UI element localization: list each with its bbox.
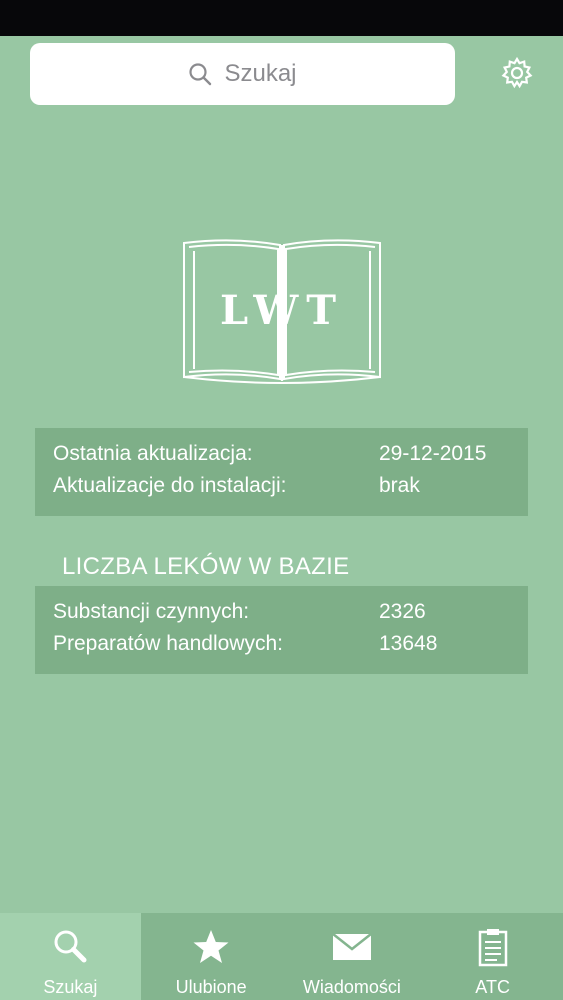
tab-bar: Szukaj Ulubione Wiadomości ATC	[0, 913, 563, 1000]
drug-count-panel: Substancji czynnych: 2326 Preparatów han…	[35, 586, 528, 674]
last-update-label: Ostatnia aktualizacja:	[53, 442, 253, 465]
tab-atc-label: ATC	[475, 977, 510, 997]
lwt-logo: LWT	[180, 237, 384, 387]
drug-count-heading: LICZBA LEKÓW W BAZIE	[62, 553, 350, 580]
logo-text: LWT	[219, 287, 345, 334]
active-substances-label: Substancji czynnych:	[53, 600, 250, 623]
status-bar	[0, 0, 563, 36]
update-info-panel: Ostatnia aktualizacja: 29-12-2015 Aktual…	[35, 428, 528, 516]
trade-products-value: 13648	[379, 632, 438, 655]
last-update-row: Ostatnia aktualizacja: 29-12-2015	[53, 438, 510, 470]
tab-search-label: Szukaj	[43, 977, 98, 997]
tab-messages[interactable]: Wiadomości	[282, 913, 423, 1000]
search-icon	[54, 930, 87, 963]
pending-updates-row: Aktualizacje do instalacji: brak	[53, 470, 510, 502]
last-update-value: 29-12-2015	[379, 442, 487, 465]
trade-products-label: Preparatów handlowych:	[53, 632, 283, 655]
trade-products-row: Preparatów handlowych: 13648	[53, 628, 510, 660]
tab-favorites[interactable]: Ulubione	[141, 913, 282, 1000]
gear-icon[interactable]	[500, 56, 534, 90]
clipboard-icon	[478, 929, 507, 967]
tab-atc[interactable]: ATC	[422, 913, 563, 1000]
tab-messages-label: Wiadomości	[302, 977, 401, 997]
pending-updates-value: brak	[379, 474, 420, 497]
pending-updates-label: Aktualizacje do instalacji:	[53, 474, 287, 497]
active-substances-row: Substancji czynnych: 2326	[53, 596, 510, 628]
search-icon	[188, 62, 212, 86]
envelope-icon	[332, 933, 372, 960]
tab-favorites-label: Ulubione	[175, 977, 247, 997]
active-substances-value: 2326	[379, 600, 426, 623]
search-input[interactable]: Szukaj	[30, 43, 455, 105]
tab-search[interactable]: Szukaj	[0, 913, 141, 1000]
search-placeholder: Szukaj	[224, 60, 297, 87]
star-icon	[193, 930, 229, 963]
